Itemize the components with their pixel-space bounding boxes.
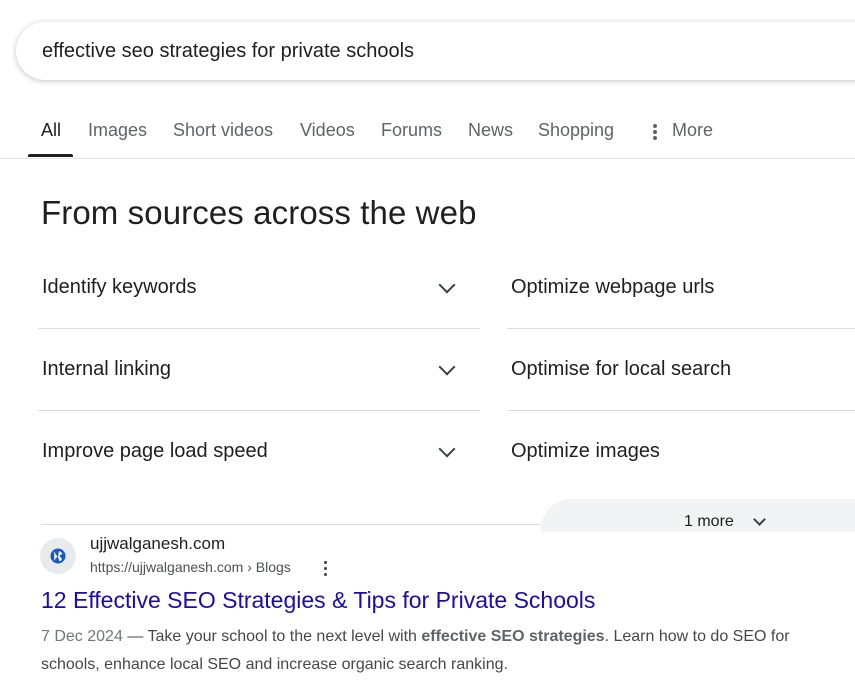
active-tab-indicator — [28, 154, 73, 157]
tab-more-label: More — [672, 120, 714, 140]
accordion-label: Optimize webpage urls — [511, 276, 715, 298]
accordion-label: Improve page load speed — [42, 440, 268, 462]
sources-heading: From sources across the web — [41, 194, 477, 231]
chevron-down-icon — [438, 358, 456, 376]
tab-forums[interactable]: Forums — [381, 104, 442, 156]
snippet-text: — Take your school to the next level wit… — [122, 628, 422, 645]
show-more-label: 1 more — [684, 513, 734, 530]
accordion-item-webpage-urls[interactable]: Optimize webpage urls — [507, 246, 855, 328]
tab-shopping[interactable]: Shopping — [538, 104, 614, 156]
search-results-page: effective seo strategies for private sch… — [0, 0, 855, 693]
accordion-item-optimize-images[interactable]: Optimize images — [507, 410, 855, 492]
site-favicon[interactable] — [40, 538, 76, 574]
chevron-down-icon — [438, 276, 456, 294]
tab-more[interactable]: More — [648, 104, 713, 156]
globe-icon — [50, 548, 66, 564]
search-tabs: All Images Short videos Videos Forums Ne… — [0, 104, 855, 159]
accordion-item-identify-keywords[interactable]: Identify keywords — [38, 246, 480, 328]
snippet-highlight: effective — [421, 628, 487, 645]
accordion-label: Optimize images — [511, 440, 660, 462]
snippet-highlight: SEO strategies — [490, 628, 605, 645]
divider — [41, 524, 541, 525]
tab-short-videos[interactable]: Short videos — [173, 104, 273, 156]
accordion-label: Optimise for local search — [511, 358, 732, 380]
result-snippet: 7 Dec 2024 — Take your school to the nex… — [41, 623, 846, 679]
accordion-label: Identify keywords — [42, 276, 197, 298]
tab-images[interactable]: Images — [88, 104, 147, 156]
tab-news[interactable]: News — [468, 104, 513, 156]
accordion-item-local-search[interactable]: Optimise for local search — [507, 328, 855, 410]
result-site-name[interactable]: ujjwalganesh.com — [90, 534, 225, 554]
accordion-item-internal-linking[interactable]: Internal linking — [38, 328, 480, 410]
chevron-down-icon — [753, 513, 766, 526]
chevron-down-icon — [438, 440, 456, 458]
accordion-item-page-load-speed[interactable]: Improve page load speed — [38, 410, 480, 492]
result-url[interactable]: https://ujjwalganesh.com › Blogs — [90, 559, 291, 575]
more-options-icon[interactable] — [320, 559, 332, 577]
accordion-label: Internal linking — [42, 358, 171, 380]
result-date: 7 Dec 2024 — [41, 628, 123, 645]
more-vert-icon — [648, 104, 662, 156]
tab-videos[interactable]: Videos — [300, 104, 355, 156]
search-input[interactable]: effective seo strategies for private sch… — [42, 22, 414, 80]
search-box[interactable]: effective seo strategies for private sch… — [16, 22, 855, 80]
tab-all[interactable]: All — [41, 104, 61, 156]
result-title-link[interactable]: 12 Effective SEO Strategies & Tips for P… — [41, 587, 595, 614]
